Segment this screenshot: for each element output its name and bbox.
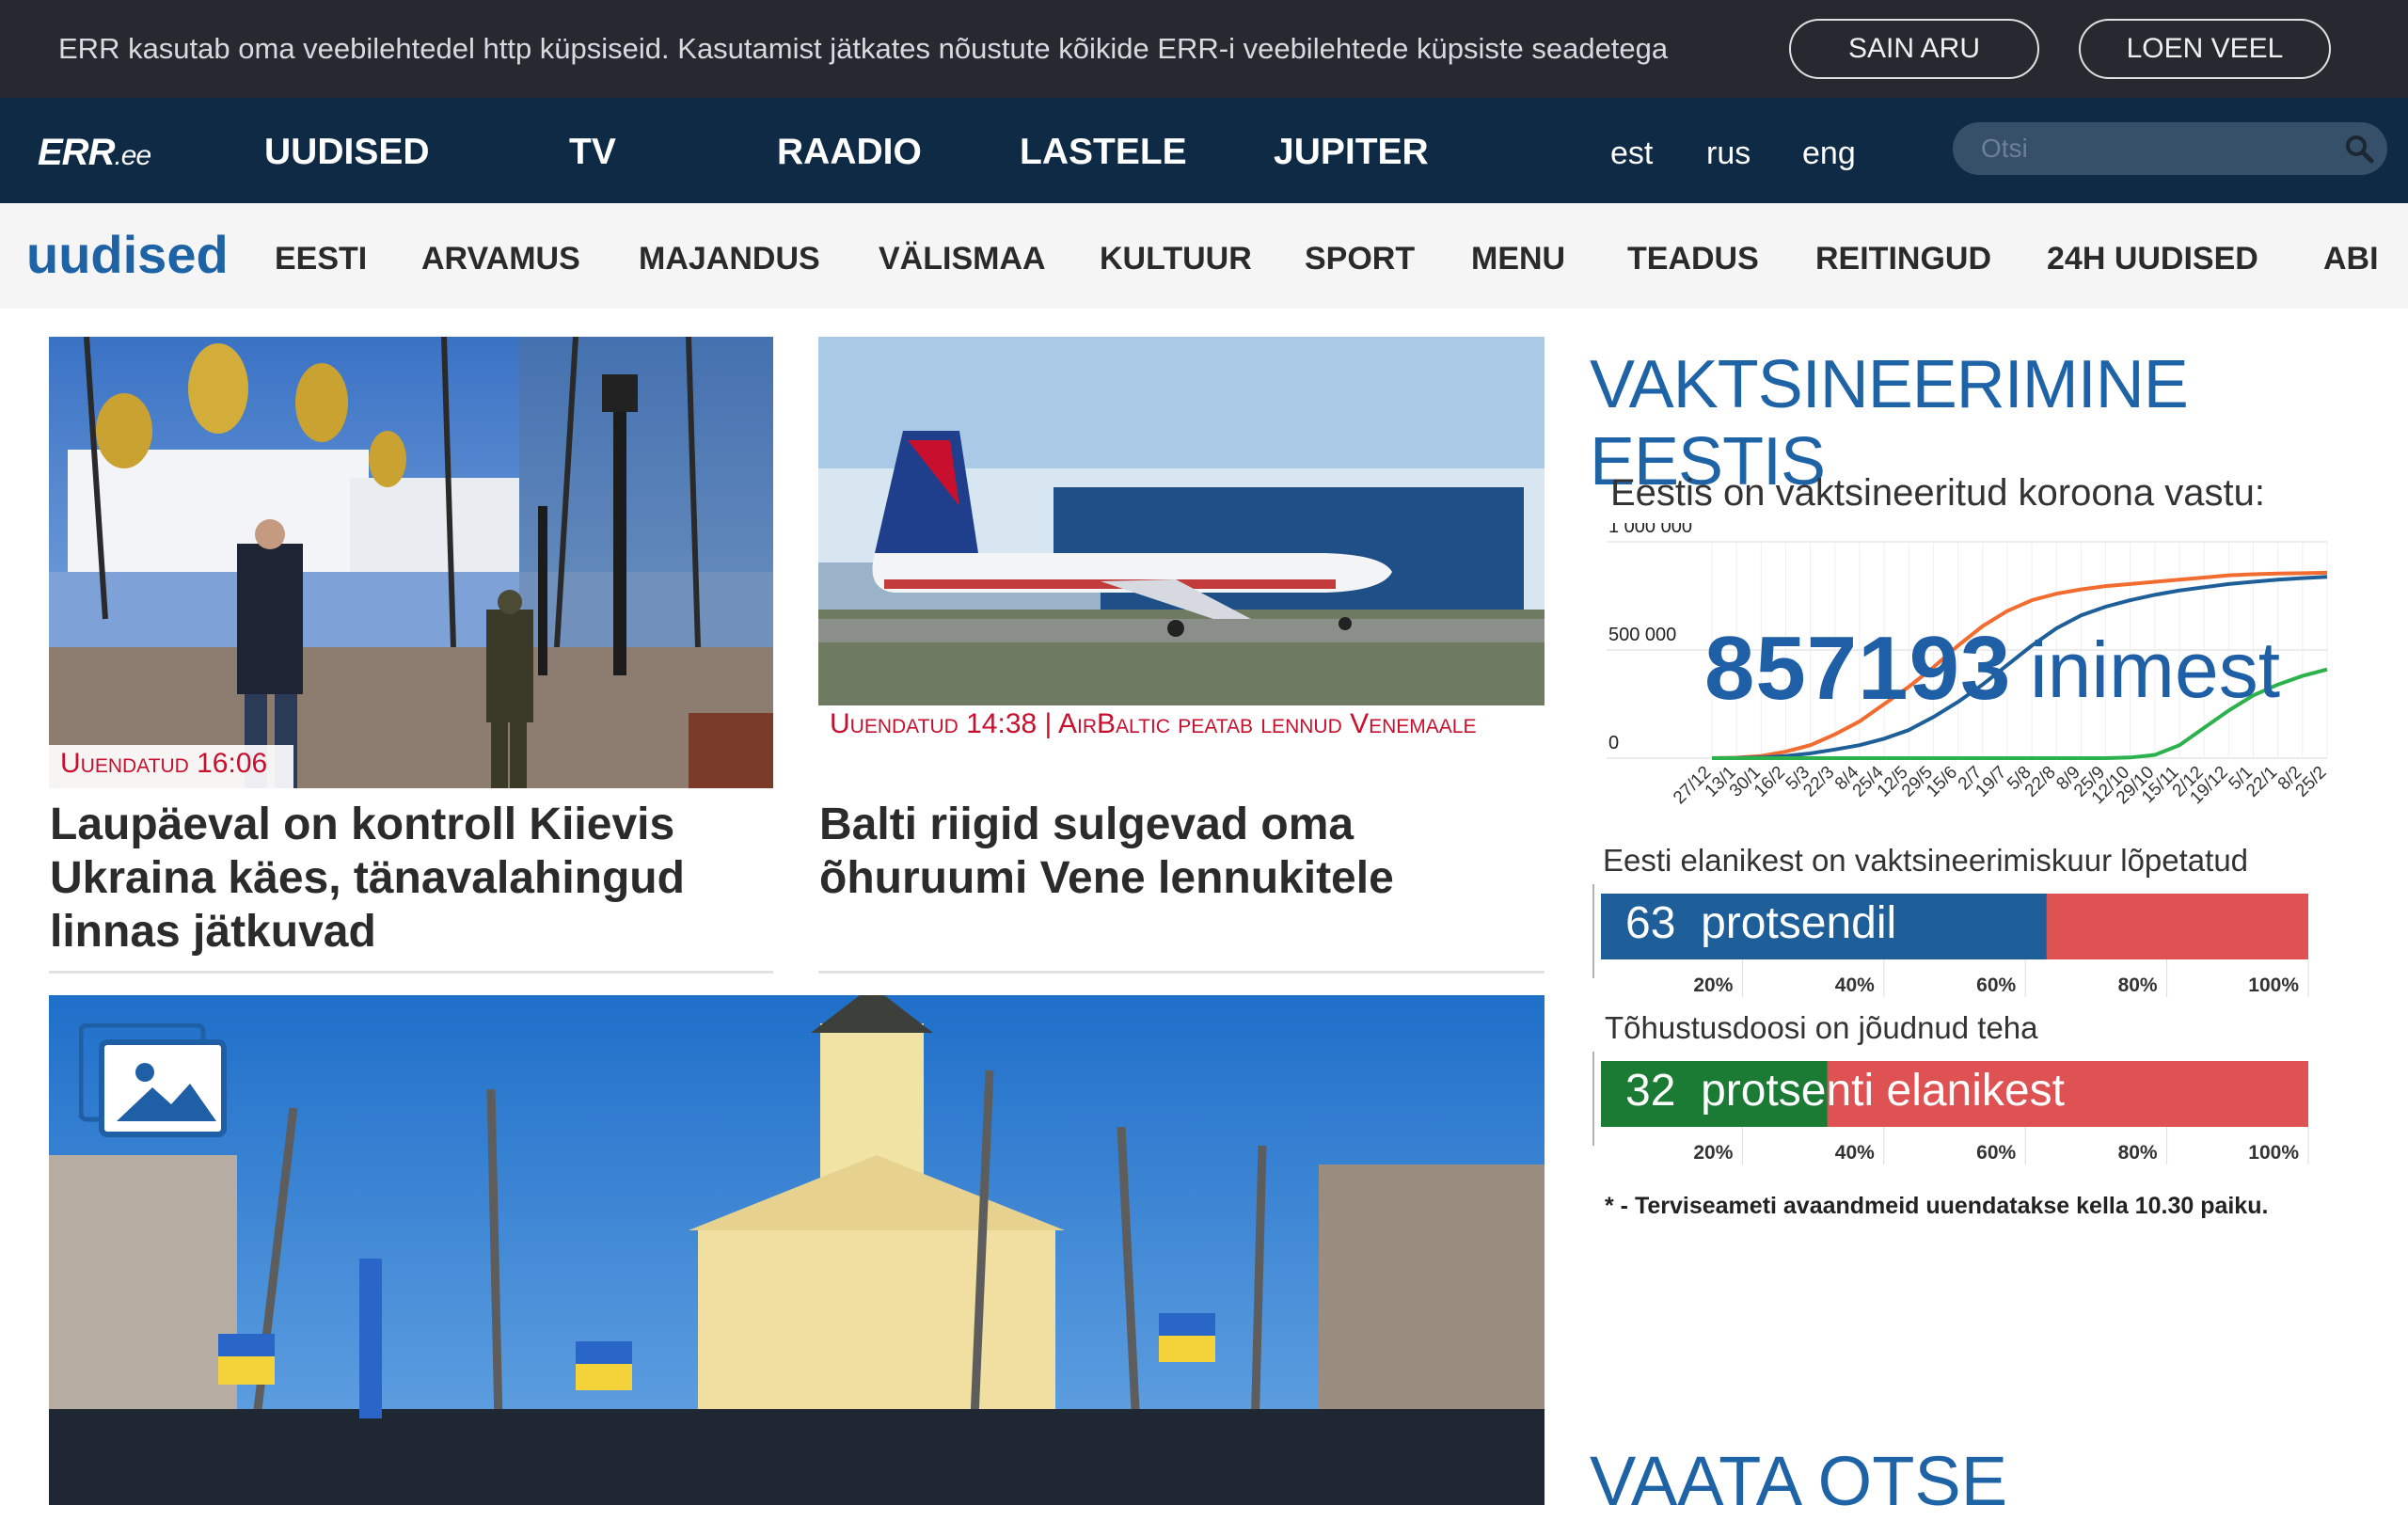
divider (818, 971, 1545, 974)
main-nav: ERR.ee UUDISED TV RAADIO LASTELE JUPITER… (0, 98, 2408, 203)
x-tick-label: 20% (1693, 1142, 1733, 1164)
section-eesti[interactable]: EESTI (275, 241, 367, 277)
y-tick-label: 1 000 000 (1608, 523, 1692, 537)
booster-unit: protsenti elanikest (1701, 1066, 2065, 1116)
live-title: VAATA OTSE (1590, 1442, 2008, 1520)
nav-raadio[interactable]: RAADIO (777, 132, 922, 173)
cookie-text: ERR kasutab oma veebilehtedel http küpsi… (58, 32, 1669, 65)
section-abi[interactable]: ABI (2323, 241, 2379, 277)
x-tick-label: 60% (1976, 1142, 2016, 1164)
article-image-airspace[interactable] (818, 337, 1545, 705)
divider (49, 971, 773, 974)
article-image-rally[interactable] (49, 995, 1545, 1505)
cookie-banner: ERR kasutab oma veebilehtedel http küpsi… (0, 0, 2408, 98)
booster-value: 32 (1625, 1066, 1676, 1116)
vaccinated-count: 857193 (1704, 618, 2012, 719)
section-nav: uudised EESTI ARVAMUS MAJANDUS VÄLISMAA … (0, 203, 2408, 309)
section-arvamus[interactable]: ARVAMUS (421, 241, 580, 277)
x-tick-label: 80% (2118, 1142, 2158, 1164)
article-headline[interactable]: Balti riigid sulgevad oma õhuruumi Vene … (819, 798, 1534, 905)
x-tick-label: 25/2 (2292, 763, 2331, 801)
cookie-accept-button[interactable]: SAIN ARU (1789, 19, 2039, 79)
vaccination-subtitle: Eestis on vaktsineeritud koroona vastu: (1610, 472, 2265, 514)
lang-rus[interactable]: rus (1706, 135, 1751, 172)
section-brand[interactable]: uudised (26, 224, 229, 285)
x-tick-label: 20% (1693, 974, 1733, 996)
section-menu[interactable]: MENU (1471, 241, 1565, 277)
section-reitingud[interactable]: REITINGUD (1815, 241, 1991, 277)
x-tick-label: 80% (2118, 974, 2158, 996)
completed-label: Eesti elanikest on vaktsineerimiskuur lõ… (1603, 843, 2249, 878)
nav-lastele[interactable]: LASTELE (1020, 132, 1187, 173)
completed-value-text: 63 protsendil (1625, 897, 1896, 949)
x-tick-label: 40% (1835, 1142, 1875, 1164)
y-tick-label: 0 (1608, 733, 1619, 753)
lang-est[interactable]: est (1610, 135, 1653, 172)
booster-value-text: 32 protsenti elanikest (1625, 1065, 2065, 1117)
x-tick-label: 100% (2248, 974, 2299, 996)
section-majandus[interactable]: MAJANDUS (639, 241, 820, 277)
data-note: * - Terviseameti avaandmeid uuendatakse … (1605, 1193, 2269, 1219)
article-kicker: Uuendatud 16:06 (49, 745, 293, 788)
completed-value: 63 (1625, 898, 1676, 948)
logo-suffix: .ee (114, 140, 151, 171)
article-kicker: Uuendatud 14:38 | AirBaltic peatab lennu… (818, 705, 1545, 788)
section-valismaa[interactable]: VÄLISMAA (879, 241, 1046, 277)
y-tick-label: 500 000 (1608, 625, 1676, 645)
nav-uudised[interactable]: UUDISED (264, 132, 430, 173)
section-sport[interactable]: SPORT (1305, 241, 1415, 277)
booster-label: Tõhustusdoosi on jõudnud teha (1605, 1010, 2038, 1045)
nav-tv[interactable]: TV (569, 132, 616, 173)
completed-unit: protsendil (1701, 898, 1897, 948)
search-box (1953, 122, 2387, 175)
section-teadus[interactable]: TEADUS (1627, 241, 1759, 277)
article-image-kiev[interactable] (49, 337, 773, 788)
lang-eng[interactable]: eng (1802, 135, 1856, 172)
x-tick-label: 40% (1835, 974, 1875, 996)
err-logo[interactable]: ERR.ee (38, 132, 151, 174)
x-tick-label: 60% (1976, 974, 2016, 996)
x-tick-label: 100% (2248, 1142, 2299, 1164)
section-24h-uudised[interactable]: 24H UUDISED (2047, 241, 2258, 277)
image-gallery-icon (79, 1023, 227, 1137)
section-kultuur[interactable]: KULTUUR (1100, 241, 1252, 277)
cookie-more-button[interactable]: LOEN VEEL (2079, 19, 2331, 79)
vaccinated-count-unit: inimest (2030, 626, 2281, 714)
article-headline[interactable]: Laupäeval on kontroll Kiievis Ukraina kä… (50, 798, 765, 959)
search-icon[interactable] (2344, 134, 2374, 164)
search-input[interactable] (1981, 134, 2338, 164)
logo-text: ERR (38, 132, 115, 173)
nav-jupiter[interactable]: JUPITER (1274, 132, 1429, 173)
